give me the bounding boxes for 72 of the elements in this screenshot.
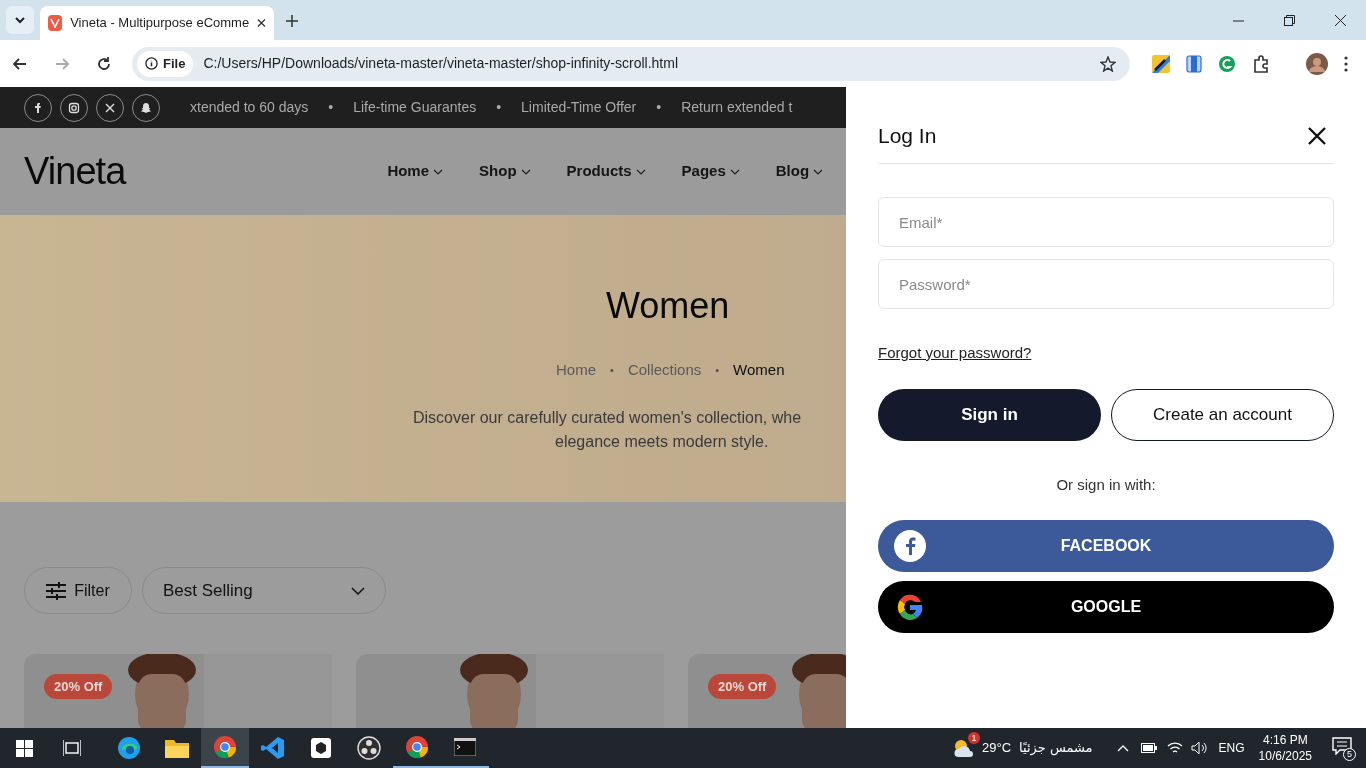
sign-in-button[interactable]: Sign in: [878, 388, 1101, 441]
facebook-login-button[interactable]: FACEBOOK: [878, 520, 1334, 572]
clock[interactable]: 4:16 PM 10/6/2025: [1258, 732, 1312, 764]
sliders-icon: [46, 581, 67, 600]
notification-badge: 1: [968, 732, 981, 744]
menu-icon[interactable]: [1344, 55, 1348, 72]
chevron-down-icon: [813, 168, 824, 175]
chevron-down-icon: [433, 168, 444, 175]
close-icon[interactable]: [257, 18, 266, 28]
logo[interactable]: Vineta: [24, 143, 126, 200]
profile-avatar-icon[interactable]: [1306, 52, 1328, 75]
tab-list-button[interactable]: [6, 6, 34, 34]
url-text: C:/Users/HP/Downloads/vineta-master/vineta-master/shop-infinity-scroll.html: [203, 54, 678, 73]
create-account-button[interactable]: Create an account: [1111, 388, 1334, 441]
nav-link[interactable]: Shop: [479, 160, 531, 183]
chevron-up-icon[interactable]: [1116, 744, 1129, 752]
reload-icon[interactable]: [96, 55, 112, 72]
announcement-text: Life-time Guarantes: [353, 98, 477, 117]
back-icon[interactable]: [12, 55, 28, 72]
google-login-button[interactable]: GOOGLE: [878, 581, 1334, 633]
puzzle-icon[interactable]: [1252, 54, 1270, 73]
close-icon[interactable]: [1308, 127, 1326, 145]
windows-start-icon[interactable]: [16, 739, 33, 757]
extension-icon[interactable]: [1152, 54, 1170, 73]
discount-badge: 20% Off: [708, 674, 777, 699]
close-icon[interactable]: [1335, 14, 1346, 26]
wifi-icon[interactable]: [1166, 741, 1183, 755]
facebook-icon: [894, 530, 926, 562]
chevron-down-icon: [635, 168, 646, 175]
announcement-text: xtended to 60 days: [190, 98, 309, 117]
chevron-down-icon: [351, 586, 365, 595]
bullet-separator: •: [656, 98, 662, 117]
breadcrumb-separator: •: [715, 363, 720, 378]
password-field[interactable]: Password*: [878, 259, 1334, 309]
restore-icon[interactable]: [1284, 14, 1295, 26]
breadcrumb-current[interactable]: Women: [733, 359, 785, 382]
notifications-icon[interactable]: [1332, 737, 1352, 755]
task-view-icon[interactable]: [63, 740, 81, 756]
chrome-icon[interactable]: [201, 728, 249, 768]
new-tab-icon[interactable]: [286, 15, 298, 27]
bullet-separator: •: [496, 98, 502, 117]
announcement-text: Return extended t: [681, 98, 793, 117]
bookmark-star-icon[interactable]: [1100, 55, 1116, 72]
panel-title: Log In: [878, 123, 937, 150]
battery-icon[interactable]: [1140, 743, 1157, 753]
notification-count: 5: [1343, 748, 1356, 761]
nav-link[interactable]: Blog: [775, 160, 824, 183]
nav-link[interactable]: Products: [566, 160, 646, 183]
bullet-separator: •: [328, 98, 334, 117]
chevron-down-icon: [520, 168, 531, 175]
info-icon: [145, 57, 158, 70]
weather-text: مشمس جزئيًا: [1019, 739, 1093, 758]
browser-tab[interactable]: Vineta - Multipurpose eComme: [40, 6, 274, 40]
breadcrumb-separator: •: [610, 363, 614, 378]
nav-link[interactable]: Pages: [681, 160, 740, 183]
divider-text: Or sign in with:: [1056, 474, 1156, 495]
hero-description: Discover our carefully curated women's collection, whe elegance meets modern style.: [413, 407, 803, 452]
language-indicator[interactable]: ENG: [1218, 739, 1245, 757]
page-title: Women: [606, 284, 731, 328]
chevron-down-icon: [14, 14, 26, 26]
email-field[interactable]: Email*: [878, 197, 1334, 247]
favicon-icon: [48, 15, 63, 31]
chevron-down-icon: [729, 168, 740, 175]
temperature-text: 29°C: [982, 739, 1012, 758]
discount-badge: 20% Off: [44, 674, 113, 699]
nav-link[interactable]: Home: [387, 160, 444, 183]
site-info-chip[interactable]: File: [137, 50, 194, 77]
address-bar[interactable]: File C:/Users/HP/Downloads/vineta-master/vineta-master/shop-infinity-scroll.html: [132, 46, 1130, 81]
announcement-text: Limited-Time Offer: [521, 98, 637, 117]
forgot-password-link[interactable]: Forgot your password?: [878, 342, 1032, 365]
speaker-icon[interactable]: [1190, 741, 1207, 755]
tab-title: Vineta - Multipurpose eComme: [70, 14, 250, 33]
